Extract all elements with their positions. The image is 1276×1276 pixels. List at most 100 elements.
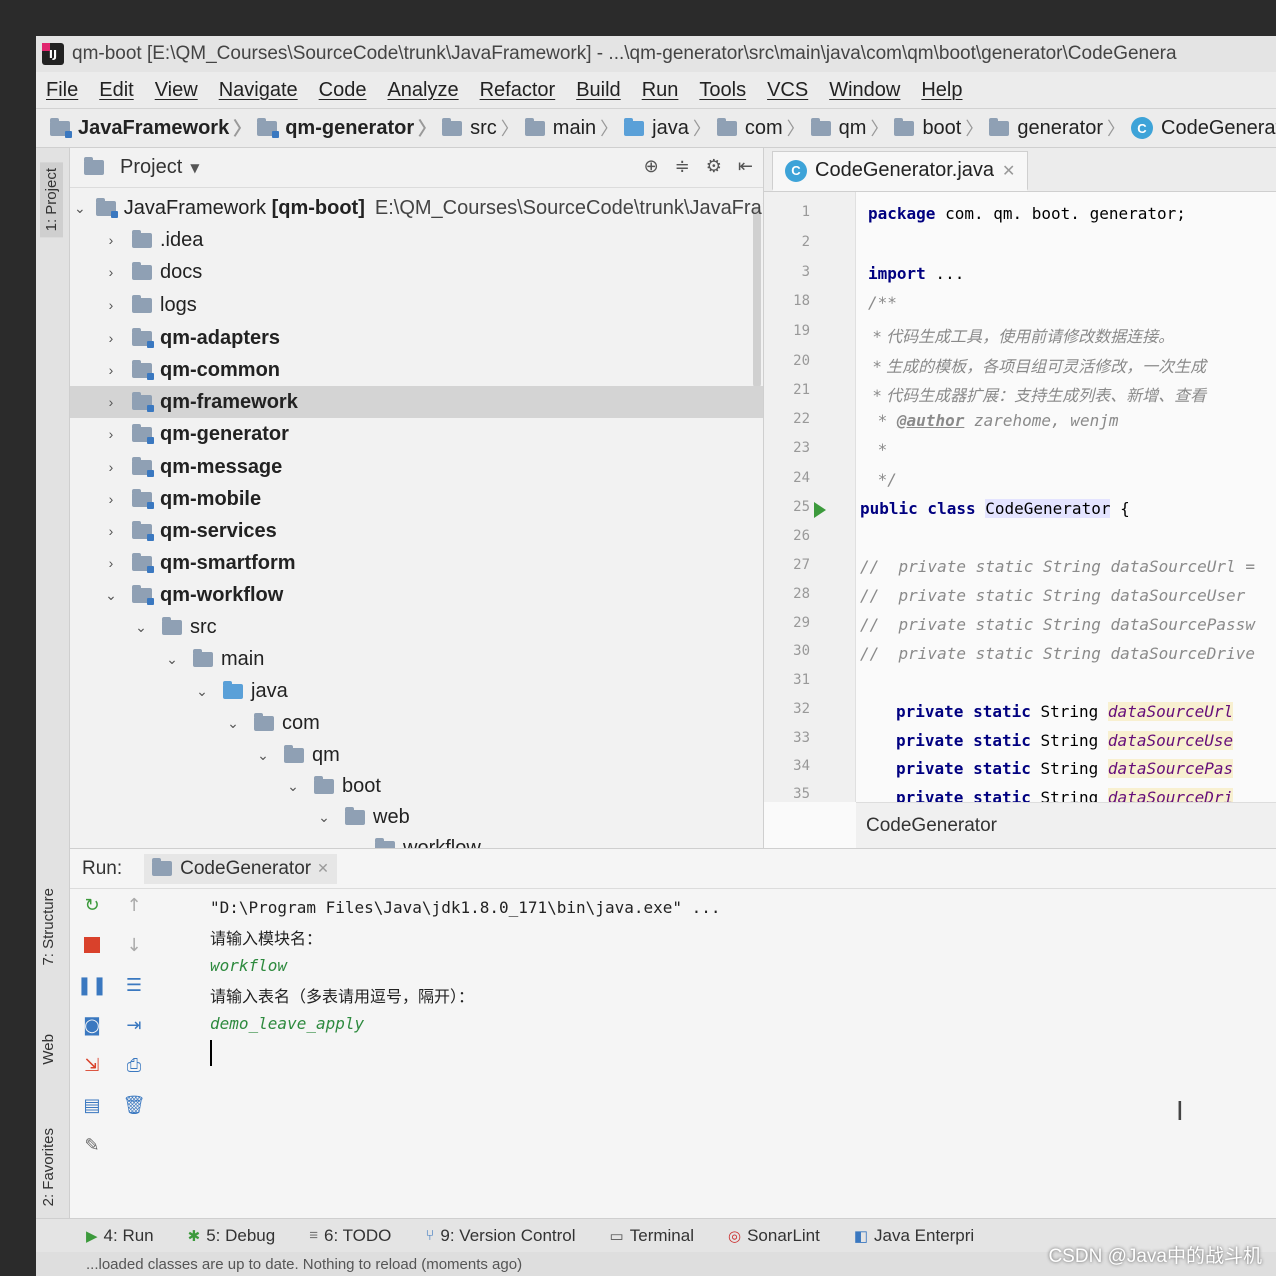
collapsed-arrow-icon[interactable]: › — [100, 426, 122, 442]
code-line-comment[interactable]: // private static String dataSourceDrive — [860, 644, 1255, 663]
console-output[interactable]: "D:\Program Files\Java\jdk1.8.0_171\bin\… — [210, 893, 1270, 1067]
menu-refactor[interactable]: Refactor — [480, 79, 556, 102]
breadcrumb-item[interactable]: JavaFramework 〉 — [50, 115, 257, 141]
project-view-selector[interactable]: Project — [120, 156, 182, 179]
menu-tools[interactable]: Tools — [699, 79, 746, 102]
tab-code-generator-java[interactable]: C CodeGenerator.java ✕ — [772, 151, 1029, 191]
collapsed-arrow-icon[interactable]: › — [100, 264, 122, 280]
code-line-field[interactable]: private static String dataSourcePas — [896, 759, 1234, 778]
tree-item-qm-adapters[interactable]: › qm-adapters — [70, 322, 763, 354]
dropdown-arrow-icon[interactable]: ▼ — [190, 161, 199, 175]
code-line-comment[interactable]: // private static String dataSourcePassw — [860, 615, 1255, 634]
expanded-arrow-icon[interactable]: ⌄ — [130, 619, 152, 636]
tool-run[interactable]: ▶ 4: Run — [86, 1226, 154, 1246]
collapse-all-icon[interactable]: ≑ — [675, 156, 690, 177]
code-line-doc[interactable]: */ — [868, 470, 897, 489]
expanded-arrow-icon[interactable]: ⌄ — [100, 587, 122, 604]
editor-structure-breadcrumb[interactable]: CodeGenerator — [856, 802, 1276, 848]
tool-sonarlint[interactable]: ◎ SonarLint — [728, 1226, 820, 1246]
pin-icon[interactable]: ✎ — [80, 1133, 104, 1157]
tab-project[interactable]: 1: Project — [40, 162, 63, 238]
code-line-field[interactable]: private static String dataSourceUse — [896, 731, 1234, 750]
breadcrumb-item[interactable]: main 〉 — [524, 115, 624, 141]
tree-item-idea[interactable]: › .idea — [70, 224, 763, 256]
tab-web[interactable]: Web — [40, 1034, 57, 1065]
code-line-class[interactable]: public class CodeGenerator { — [860, 499, 1130, 518]
expanded-arrow-icon[interactable]: ⌄ — [222, 715, 244, 732]
collapsed-arrow-icon[interactable]: › — [100, 523, 122, 539]
stop-icon[interactable] — [80, 933, 104, 957]
menu-code[interactable]: Code — [319, 79, 367, 102]
tree-item-logs[interactable]: › logs — [70, 289, 763, 321]
run-gutter-icon[interactable] — [814, 502, 826, 518]
expanded-arrow-icon[interactable]: ⌄ — [191, 683, 213, 700]
tree-item-workflow[interactable]: ⌄ workflow — [70, 832, 763, 849]
expanded-arrow-icon[interactable]: ⌄ — [161, 651, 183, 668]
layout-icon[interactable]: ▤ — [80, 1093, 104, 1117]
code-line-doc[interactable]: * 代码生成工具，使用前请修改数据连接。 — [868, 323, 1174, 347]
tree-item-java[interactable]: ⌄ java — [70, 675, 763, 707]
menu-analyze[interactable]: Analyze — [387, 79, 458, 102]
collapsed-arrow-icon[interactable]: › — [100, 459, 122, 475]
collapsed-arrow-icon[interactable]: › — [100, 491, 122, 507]
close-icon[interactable]: ✕ — [317, 860, 329, 877]
menu-window[interactable]: Window — [829, 79, 900, 102]
code-line-comment[interactable]: // private static String dataSourceUrl = — [860, 557, 1255, 576]
menu-run[interactable]: Run — [642, 79, 679, 102]
console-input-line[interactable] — [210, 1038, 1270, 1067]
tree-item-qm-workflow[interactable]: ⌄ qm-workflow — [70, 579, 763, 611]
tool-java-enterprise[interactable]: ◧ Java Enterpri — [854, 1226, 974, 1246]
tool-version-control[interactable]: ⑂ 9: Version Control — [425, 1226, 575, 1246]
expanded-arrow-icon[interactable]: ⌄ — [74, 200, 86, 217]
rerun-icon[interactable]: ↻ — [80, 893, 104, 917]
arrow-up-icon[interactable]: ↑ — [122, 893, 146, 917]
tool-debug[interactable]: ✱ 5: Debug — [188, 1226, 276, 1246]
expanded-arrow-icon[interactable]: ⌄ — [343, 840, 365, 849]
code-line-doc[interactable]: * 生成的模板，各项目组可灵活修改，一次生成 — [868, 353, 1206, 377]
breadcrumb-item[interactable]: src 〉 — [442, 115, 525, 141]
tool-todo[interactable]: ≡ 6: TODO — [309, 1226, 391, 1246]
arrow-down-icon[interactable]: ↓ — [122, 933, 146, 957]
tool-terminal[interactable]: ▭ Terminal — [610, 1226, 694, 1246]
exit-icon[interactable]: ⇲ — [80, 1053, 104, 1077]
tree-item-qm-services[interactable]: › qm-services — [70, 515, 763, 547]
code-line-package[interactable]: package com. qm. boot. generator; — [868, 204, 1186, 223]
expanded-arrow-icon[interactable]: ⌄ — [282, 778, 304, 795]
collapsed-arrow-icon[interactable]: › — [100, 232, 122, 248]
hide-panel-icon[interactable]: ⇤ — [738, 156, 753, 177]
close-icon[interactable]: ✕ — [1002, 161, 1015, 181]
tree-root[interactable]: ⌄ JavaFramework [qm-boot] E:\QM_Courses\… — [70, 192, 763, 224]
expanded-arrow-icon[interactable]: ⌄ — [252, 747, 274, 764]
breadcrumb-item[interactable]: boot 〉 — [894, 115, 989, 141]
tree-item-boot[interactable]: ⌄ boot — [70, 770, 763, 802]
code-line-doc-author[interactable]: * @author zarehome, wenjm — [868, 411, 1119, 430]
menu-edit[interactable]: Edit — [99, 79, 133, 102]
tab-structure[interactable]: 7: Structure — [40, 888, 57, 966]
breadcrumb-item[interactable]: generator 〉 — [989, 115, 1131, 141]
breadcrumb-item[interactable]: CCodeGenerator〉 — [1131, 115, 1276, 141]
code-line-doc[interactable]: * 代码生成器扩展：支持生成列表、新增、查看 — [868, 382, 1206, 406]
collapsed-arrow-icon[interactable]: › — [100, 555, 122, 571]
code-line-comment[interactable]: // private static String dataSourceUser — [860, 586, 1245, 605]
tree-item-src[interactable]: ⌄ src — [70, 611, 763, 643]
collapsed-arrow-icon[interactable]: › — [100, 330, 122, 346]
pause-icon[interactable]: ❚❚ — [77, 973, 107, 997]
collapsed-arrow-icon[interactable]: › — [100, 394, 122, 410]
tree-item-web[interactable]: ⌄ web — [70, 801, 763, 833]
collapsed-arrow-icon[interactable]: › — [100, 297, 122, 313]
locate-icon[interactable]: ⊕ — [644, 156, 659, 177]
tab-favorites[interactable]: 2: Favorites — [40, 1128, 57, 1206]
code-line-doc[interactable]: * — [868, 440, 888, 459]
tree-item-docs[interactable]: › docs — [70, 256, 763, 288]
menu-vcs[interactable]: VCS — [767, 79, 808, 102]
tree-item-qm-message[interactable]: › qm-message — [70, 451, 763, 483]
expanded-arrow-icon[interactable]: ⌄ — [313, 809, 335, 826]
tree-item-qm-smartform[interactable]: › qm-smartform — [70, 547, 763, 579]
breadcrumb-item[interactable]: qm-generator 〉 — [257, 115, 442, 141]
menu-help[interactable]: Help — [921, 79, 962, 102]
breadcrumb-item[interactable]: com 〉 — [716, 115, 811, 141]
menu-build[interactable]: Build — [576, 79, 620, 102]
print-icon[interactable]: ⎙ — [122, 1053, 146, 1077]
tree-item-qm[interactable]: ⌄ qm — [70, 739, 763, 771]
tree-item-main[interactable]: ⌄ main — [70, 643, 763, 675]
